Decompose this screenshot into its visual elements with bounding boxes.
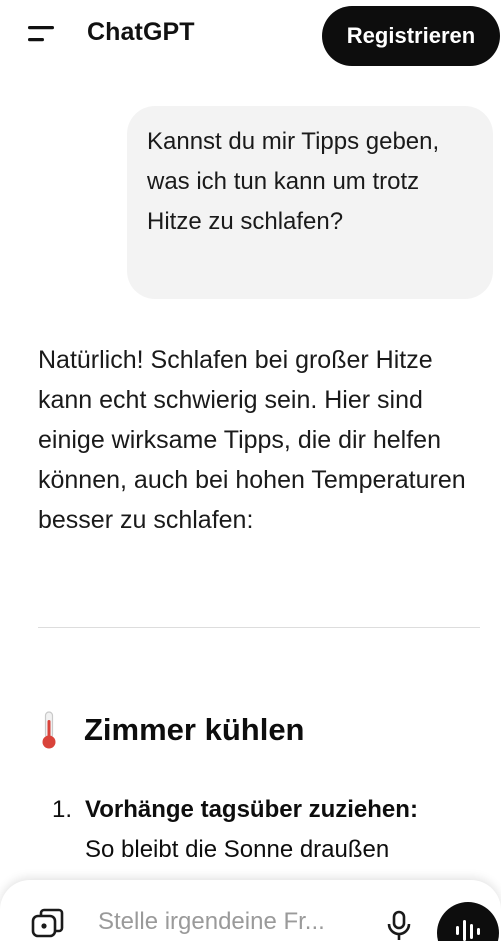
list-item-number: 1. <box>52 796 73 823</box>
divider <box>38 627 480 628</box>
section-heading: Zimmer kühlen <box>38 708 305 752</box>
top-bar: ChatGPT Registrieren <box>0 0 501 72</box>
thermometer-icon <box>42 711 56 749</box>
microphone-icon[interactable] <box>386 910 412 941</box>
message-composer <box>0 880 501 941</box>
list-item-heading: Vorhänge tagsüber zuziehen: <box>85 796 418 823</box>
user-message-bubble: Kannst du mir Tipps geben, was ich tun k… <box>127 106 493 299</box>
app-title: ChatGPT <box>87 18 195 46</box>
assistant-message-text: Natürlich! Schlafen bei großer Hitze kan… <box>38 346 466 534</box>
menu-icon[interactable] <box>26 24 56 46</box>
voice-mode-icon <box>456 920 480 941</box>
attach-icon[interactable] <box>30 908 66 941</box>
register-button[interactable]: Registrieren <box>322 6 500 66</box>
voice-mode-button[interactable] <box>437 902 499 941</box>
message-input[interactable] <box>98 902 368 941</box>
list-item-body: Vorhänge tagsüber zuziehen: So bleibt di… <box>85 790 495 870</box>
list-item-text: So bleibt die Sonne draußen <box>85 836 390 863</box>
section-title: Zimmer kühlen <box>84 712 305 747</box>
